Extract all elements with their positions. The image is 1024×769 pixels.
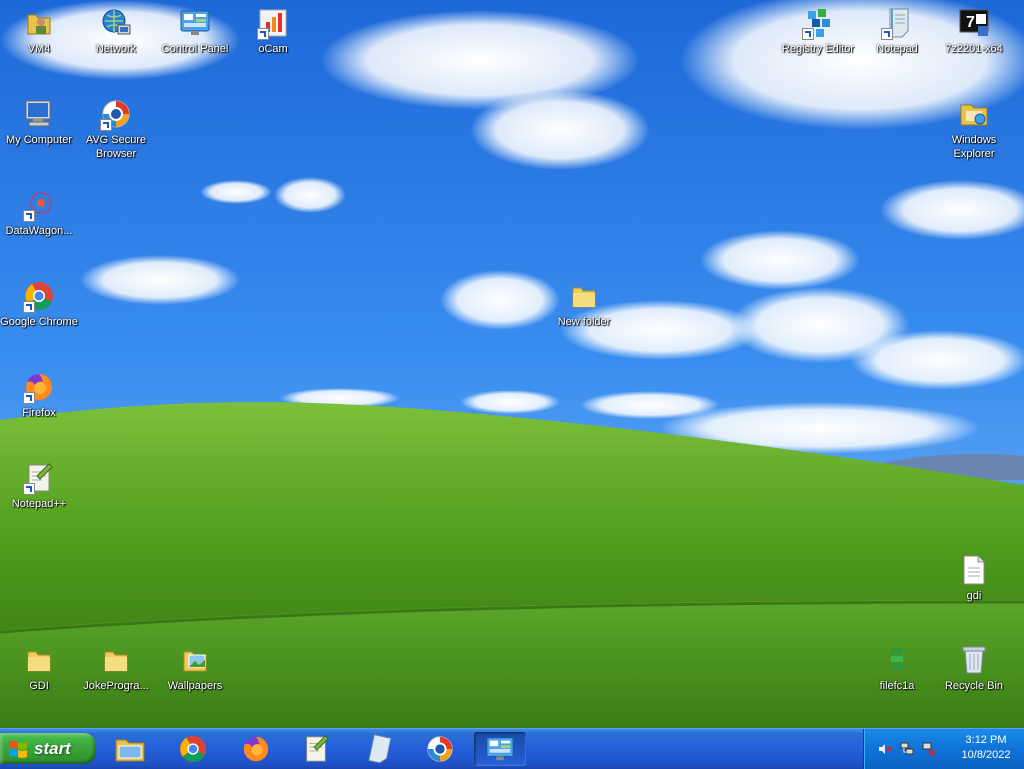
icon-label: Network <box>95 43 137 55</box>
taskbar-control-panel[interactable] <box>474 732 526 766</box>
icon-label: DataWagon... <box>5 225 73 237</box>
windows-logo-icon <box>9 740 27 758</box>
executable-icon <box>879 643 915 677</box>
taskbar: start 3:12 PM 10/8/2022 <box>0 728 1024 769</box>
icon-label: My Computer <box>5 134 73 146</box>
notepad-icon <box>879 6 915 40</box>
desktop-icon-google-chrome[interactable]: Google Chrome <box>0 279 81 329</box>
desktop-icon-joke-programs[interactable]: JokeProgra... <box>74 643 158 693</box>
ocam-icon <box>255 6 291 40</box>
desktop-icon-gdi-folder[interactable]: GDI <box>0 643 81 693</box>
network-icon <box>98 6 134 40</box>
shortcut-arrow-icon <box>23 483 35 495</box>
network-disconnected-icon[interactable] <box>922 742 936 757</box>
folder-icon <box>566 279 602 313</box>
shortcut-arrow-icon <box>802 28 814 40</box>
desktop-icon-vm4[interactable]: VM4 <box>0 6 81 56</box>
desktop-icon-control-panel[interactable]: Control Panel <box>153 6 237 56</box>
folder-icon <box>21 643 57 677</box>
icon-label: oCam <box>258 43 288 55</box>
control-panel-icon <box>486 737 514 761</box>
icon-label: GDI <box>29 680 49 692</box>
notepadpp-icon <box>21 461 57 495</box>
sevenzip-icon: 7 <box>956 6 992 40</box>
desktop-icon-firefox[interactable]: Firefox <box>0 370 81 420</box>
desktop-icon-windows-explorer[interactable]: Windows Explorer <box>932 97 1016 161</box>
icon-label: Notepad <box>876 43 918 55</box>
pictures-folder-icon <box>177 643 213 677</box>
icon-label: Notepad++ <box>11 498 67 510</box>
windows-explorer-icon <box>956 97 992 131</box>
chrome-icon <box>21 279 57 313</box>
desktop-icon-new-folder[interactable]: New folder <box>542 279 626 329</box>
svg-text:7: 7 <box>966 14 975 31</box>
shortcut-arrow-icon <box>257 28 269 40</box>
volume-muted-icon[interactable] <box>878 742 892 756</box>
icon-label: Recycle Bin <box>944 680 1004 692</box>
firefox-icon <box>243 736 269 762</box>
icon-label: AVG Secure Browser <box>85 134 147 160</box>
datawagon-icon <box>21 188 57 222</box>
taskbar-file-explorer[interactable] <box>104 732 156 766</box>
icon-label: 7z2201-x64 <box>945 43 1003 55</box>
desktop-icon-registry-editor[interactable]: Registry Editor <box>776 6 860 56</box>
chrome-icon <box>179 735 207 763</box>
desktop-icon-datawagon[interactable]: DataWagon... <box>0 188 81 238</box>
taskbar-notepadpp[interactable] <box>290 732 342 766</box>
desktop-icon-wallpapers[interactable]: Wallpapers <box>153 643 237 693</box>
desktop-icon-network[interactable]: Network <box>74 6 158 56</box>
taskbar-avg-browser[interactable] <box>414 732 466 766</box>
start-button[interactable]: start <box>0 733 96 764</box>
shortcut-arrow-icon <box>23 392 35 404</box>
desktop-icon-filefc1a[interactable]: filefc1a <box>855 643 939 693</box>
file-explorer-icon <box>115 739 145 762</box>
icon-label: Control Panel <box>161 43 229 55</box>
desktop-icon-avg-browser[interactable]: AVG Secure Browser <box>74 97 158 161</box>
user-folder-icon <box>21 6 57 40</box>
text-file-icon <box>956 553 992 587</box>
notepad-icon <box>368 734 392 764</box>
icon-label: JokeProgra... <box>83 680 149 692</box>
desktop-icon-gdi-file[interactable]: gdi <box>932 553 1016 603</box>
taskbar-firefox[interactable] <box>230 732 282 766</box>
icon-label: Google Chrome <box>0 316 78 328</box>
desktop[interactable]: VM4 Network Control Panel oCam Registry … <box>0 0 1024 728</box>
icon-label: gdi <box>966 590 982 602</box>
taskbar-notepad[interactable] <box>352 732 404 766</box>
firefox-icon <box>21 370 57 404</box>
shortcut-arrow-icon <box>23 210 35 222</box>
desktop-icon-ocam[interactable]: oCam <box>231 6 315 56</box>
clock-time: 3:12 PM <box>965 734 1007 746</box>
shortcut-arrow-icon <box>881 28 893 40</box>
registry-editor-icon <box>800 6 836 40</box>
icon-label: Windows Explorer <box>951 134 997 160</box>
taskbar-chrome[interactable] <box>167 732 219 766</box>
folder-icon <box>98 643 134 677</box>
network-icon[interactable] <box>900 742 914 756</box>
desktop-icon-notepad[interactable]: Notepad <box>855 6 939 56</box>
system-tray: 3:12 PM 10/8/2022 <box>863 729 1024 769</box>
avg-icon <box>427 736 453 762</box>
notepadpp-icon <box>306 735 329 762</box>
clock[interactable]: 3:12 PM 10/8/2022 <box>954 733 1018 763</box>
recycle-bin-icon <box>956 643 992 677</box>
icon-label: Firefox <box>22 407 56 419</box>
my-computer-icon <box>21 97 57 131</box>
desktop-icon-7zip[interactable]: 7 7z2201-x64 <box>932 6 1016 56</box>
icon-label: filefc1a <box>879 680 915 692</box>
icon-label: VM4 <box>27 43 51 55</box>
start-label: start <box>34 738 71 758</box>
desktop-icon-recycle-bin[interactable]: Recycle Bin <box>932 643 1016 693</box>
icon-label: Wallpapers <box>167 680 223 692</box>
avg-browser-icon <box>98 97 134 131</box>
icon-label: New folder <box>557 316 611 328</box>
icon-label: Registry Editor <box>781 43 855 55</box>
clock-date: 10/8/2022 <box>961 749 1011 761</box>
desktop-icon-notepadpp[interactable]: Notepad++ <box>0 461 81 511</box>
control-panel-icon <box>177 6 213 40</box>
shortcut-arrow-icon <box>23 301 35 313</box>
shortcut-arrow-icon <box>100 119 112 131</box>
desktop-icon-my-computer[interactable]: My Computer <box>0 97 81 147</box>
